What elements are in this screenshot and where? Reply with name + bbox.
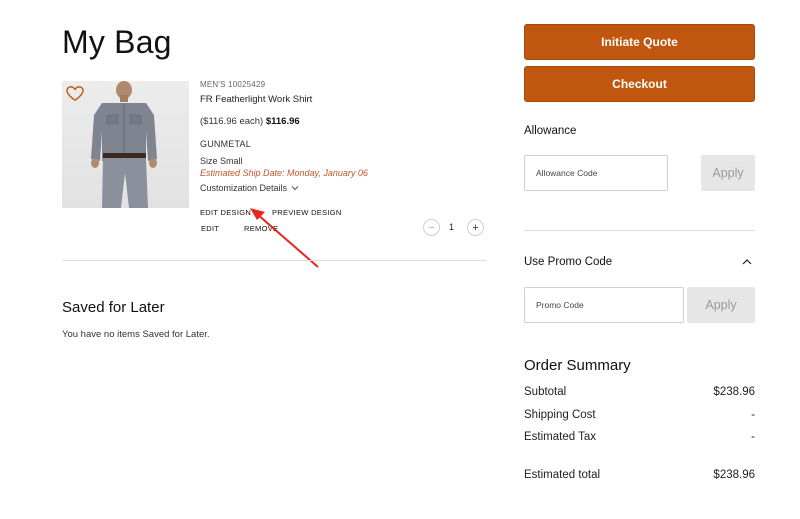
edit-design-link[interactable]: EDIT DESIGN	[200, 208, 251, 217]
total-label: Estimated total	[524, 469, 601, 481]
subtotal-label: Subtotal	[524, 386, 567, 398]
chevron-up-icon[interactable]	[741, 256, 753, 268]
product-sku: MEN'S 10025429	[200, 80, 266, 89]
edit-link[interactable]: EDIT	[201, 224, 219, 233]
page-title: My Bag	[62, 24, 172, 60]
product-size: Size Small	[200, 156, 243, 166]
tax-value: -	[751, 431, 755, 443]
promo-code-toggle[interactable]: Use Promo Code	[524, 256, 612, 268]
order-summary-title: Order Summary	[524, 357, 631, 374]
quantity-decrease-button[interactable]: −	[423, 219, 440, 236]
summary-row-tax: Estimated Tax -	[524, 431, 755, 443]
product-color: GUNMETAL	[200, 139, 251, 149]
customization-details-toggle[interactable]: Customization Details	[200, 183, 299, 193]
saved-for-later-empty-message: You have no items Saved for Later.	[62, 329, 210, 340]
promo-code-input[interactable]: Promo Code	[524, 287, 684, 323]
customization-label: Customization Details	[200, 183, 288, 193]
heart-icon[interactable]	[66, 86, 84, 102]
shipping-label: Shipping Cost	[524, 409, 596, 421]
divider	[524, 230, 755, 231]
tax-label: Estimated Tax	[524, 431, 597, 443]
product-name[interactable]: FR Featherlight Work Shirt	[200, 94, 312, 105]
allowance-apply-button[interactable]: Apply	[701, 155, 755, 191]
divider	[62, 260, 486, 261]
initiate-quote-button[interactable]: Initiate Quote	[524, 24, 755, 60]
shipping-value: -	[751, 409, 755, 421]
ship-date: Estimated Ship Date: Monday, January 06	[200, 168, 368, 178]
allowance-label: Allowance	[524, 125, 577, 137]
summary-row-total: Estimated total $238.96	[524, 469, 755, 481]
subtotal-value: $238.96	[713, 386, 755, 398]
checkout-button[interactable]: Checkout	[524, 66, 755, 102]
price-each: ($116.96 each)	[200, 116, 264, 127]
quantity-increase-button[interactable]: +	[467, 219, 484, 236]
allowance-code-input[interactable]: Allowance Code	[524, 155, 668, 191]
chevron-down-icon	[291, 186, 299, 191]
price-total: $116.96	[265, 116, 300, 127]
product-price: ($116.96 each) $116.96	[200, 116, 300, 127]
summary-row-subtotal: Subtotal $238.96	[524, 386, 755, 398]
annotation-arrow-icon	[250, 208, 319, 268]
promo-apply-button[interactable]: Apply	[687, 287, 755, 323]
total-value: $238.96	[713, 469, 755, 481]
saved-for-later-title: Saved for Later	[62, 299, 165, 316]
quantity-value: 1	[449, 222, 455, 232]
summary-row-shipping: Shipping Cost -	[524, 409, 755, 421]
